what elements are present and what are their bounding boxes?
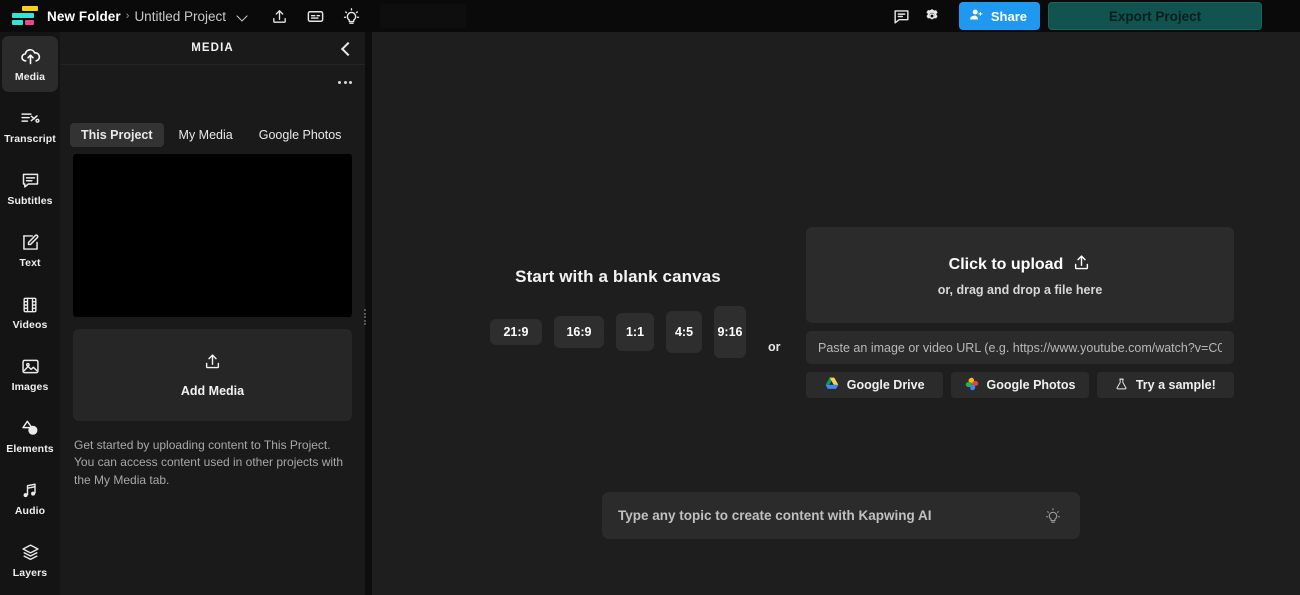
- google-drive-icon: [825, 377, 839, 393]
- sidebar-item-label: Media: [14, 70, 46, 83]
- gear-icon[interactable]: [917, 1, 947, 31]
- tab-google-photos[interactable]: Google Photos: [248, 123, 353, 147]
- sidebar-item-media[interactable]: Media: [2, 36, 58, 92]
- media-panel: MEDIA This Project My Media Google Photo…: [60, 32, 366, 595]
- external-source-buttons: Google Drive Google Photos Try a sample!: [806, 372, 1234, 398]
- layers-icon: [20, 542, 41, 564]
- media-preview-thumbnail[interactable]: [73, 154, 352, 317]
- sidebar-item-audio[interactable]: Audio: [2, 470, 58, 526]
- click-to-upload-row: Click to upload: [949, 253, 1092, 277]
- click-to-upload-dropzone[interactable]: Click to upload or, drag and drop a file…: [806, 227, 1234, 323]
- aspect-ratio-16-9[interactable]: 16:9: [554, 316, 604, 348]
- video-film-icon: [20, 294, 40, 316]
- aspect-ratio-9-16[interactable]: 9:16: [714, 306, 746, 358]
- tab-this-project[interactable]: This Project: [70, 123, 164, 147]
- top-bar: New Folder › Untitled Project Share Expo…: [0, 0, 1300, 32]
- more-options-icon[interactable]: [334, 74, 356, 90]
- share-button-label: Share: [990, 8, 1027, 24]
- topbar-empty-slot: [379, 4, 466, 28]
- main-canvas-area: Start with a blank canvas 21:9 16:9 1:1 …: [372, 32, 1300, 595]
- add-person-icon: [969, 7, 984, 25]
- subtitles-icon: [20, 170, 41, 192]
- sidebar-item-text[interactable]: Text: [2, 222, 58, 278]
- or-divider-label: or: [768, 340, 781, 354]
- sidebar-item-images[interactable]: Images: [2, 346, 58, 402]
- aspect-ratio-options: 21:9 16:9 1:1 4:5 9:16: [468, 305, 768, 359]
- upload-icon[interactable]: [265, 1, 295, 31]
- sidebar-item-videos[interactable]: Videos: [2, 284, 58, 340]
- sample-flask-icon: [1115, 377, 1128, 394]
- blank-canvas-title: Start with a blank canvas: [515, 267, 721, 286]
- add-media-label: Add Media: [180, 384, 245, 398]
- aspect-ratio-1-1[interactable]: 1:1: [616, 313, 654, 351]
- chevron-left-icon[interactable]: [337, 40, 355, 58]
- sidebar-item-label: Images: [11, 380, 49, 393]
- sidebar-item-layers[interactable]: Layers: [2, 532, 58, 588]
- elements-shapes-icon: [19, 418, 41, 440]
- panel-resize-handle[interactable]: [361, 307, 369, 327]
- text-edit-icon: [20, 232, 41, 254]
- aspect-ratio-4-5[interactable]: 4:5: [666, 311, 702, 353]
- google-drive-label: Google Drive: [846, 378, 925, 392]
- transcript-icon: [19, 108, 41, 130]
- blank-canvas-section: Start with a blank canvas 21:9 16:9 1:1 …: [468, 267, 768, 359]
- sidebar-item-label: Audio: [14, 504, 46, 517]
- media-panel-header: MEDIA: [60, 32, 365, 65]
- media-url-placeholder: Paste an image or video URL (e.g. https:…: [818, 340, 1222, 355]
- kapwing-logo[interactable]: [12, 6, 38, 26]
- breadcrumb-folder[interactable]: New Folder: [47, 9, 121, 24]
- tab-my-media[interactable]: My Media: [168, 123, 244, 147]
- share-button[interactable]: Share: [958, 2, 1040, 30]
- google-photos-label: Google Photos: [986, 378, 1076, 392]
- kapwing-ai-placeholder: Type any topic to create content with Ka…: [618, 508, 932, 523]
- sidebar-item-label: Transcript: [4, 132, 56, 145]
- breadcrumb-project-title[interactable]: Untitled Project: [134, 9, 226, 24]
- lightbulb-icon[interactable]: [1042, 505, 1064, 527]
- add-media-button[interactable]: Add Media: [73, 329, 352, 421]
- chevron-down-icon[interactable]: [235, 8, 251, 24]
- comment-icon[interactable]: [887, 1, 917, 31]
- upload-icon: [203, 352, 222, 376]
- sidebar-item-transcript[interactable]: Transcript: [2, 98, 58, 154]
- sidebar-item-label: Elements: [6, 442, 54, 455]
- lightbulb-icon[interactable]: [337, 1, 367, 31]
- kapwing-ai-input[interactable]: Type any topic to create content with Ka…: [602, 492, 1080, 539]
- export-project-button[interactable]: Export Project: [1048, 2, 1262, 30]
- kapwing-editor-app: New Folder › Untitled Project Share Expo…: [0, 0, 1300, 595]
- drag-and-drop-hint: or, drag and drop a file here: [937, 283, 1103, 297]
- image-icon: [20, 356, 41, 378]
- upload-section: Click to upload or, drag and drop a file…: [806, 227, 1234, 398]
- media-panel-hint: Get started by uploading content to This…: [74, 438, 344, 487]
- breadcrumb-separator: ›: [125, 10, 130, 22]
- sidebar-item-label: Text: [19, 256, 41, 269]
- sidebar-item-label: Layers: [12, 566, 48, 579]
- left-tool-rail: Media Transcript Subtitles Text Videos I…: [0, 32, 60, 595]
- sidebar-item-subtitles[interactable]: Subtitles: [2, 160, 58, 216]
- google-drive-button[interactable]: Google Drive: [806, 372, 944, 398]
- audio-note-icon: [20, 480, 40, 502]
- aspect-ratio-21-9[interactable]: 21:9: [490, 319, 542, 345]
- click-to-upload-label: Click to upload: [948, 256, 1064, 273]
- try-a-sample-button[interactable]: Try a sample!: [1096, 372, 1234, 398]
- google-photos-button[interactable]: Google Photos: [951, 372, 1089, 398]
- page-title: MEDIA: [191, 42, 234, 54]
- captions-icon[interactable]: [301, 1, 331, 31]
- upload-icon: [1072, 253, 1091, 277]
- media-upload-icon: [20, 46, 41, 68]
- media-source-tabs: This Project My Media Google Photos: [60, 123, 365, 147]
- google-photos-icon: [965, 377, 979, 394]
- media-url-input[interactable]: Paste an image or video URL (e.g. https:…: [806, 331, 1234, 364]
- try-a-sample-label: Try a sample!: [1135, 378, 1216, 392]
- sidebar-item-label: Videos: [12, 318, 48, 331]
- sidebar-item-label: Subtitles: [7, 194, 53, 207]
- sidebar-item-elements[interactable]: Elements: [2, 408, 58, 464]
